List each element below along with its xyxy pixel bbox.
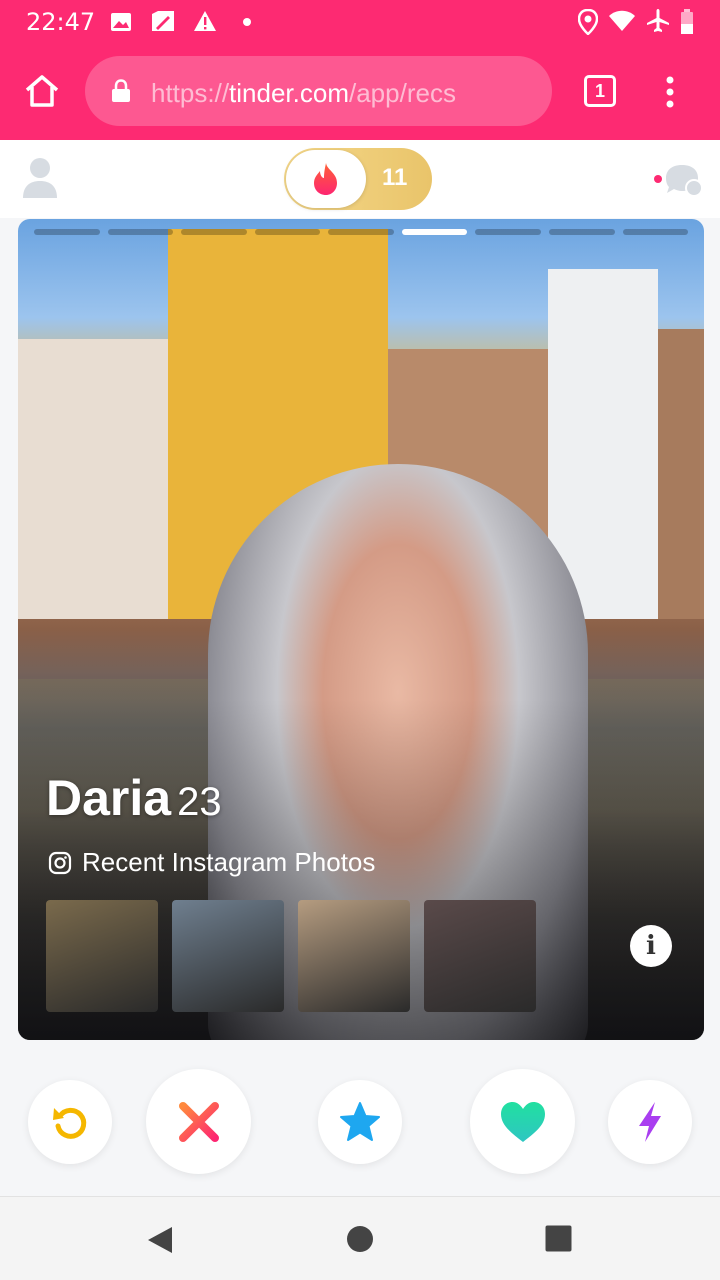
image-icon (111, 13, 131, 31)
super-like-button[interactable] (318, 1080, 402, 1164)
instagram-thumbnails (46, 900, 536, 1012)
rewind-icon (53, 1107, 87, 1139)
photo-progress-segment[interactable] (401, 229, 468, 235)
back-icon[interactable] (146, 1225, 174, 1255)
dot-icon (243, 18, 251, 26)
toggle-knob (286, 150, 366, 208)
info-button[interactable]: i (630, 925, 672, 967)
building-right (658, 329, 704, 619)
recents-icon[interactable] (545, 1225, 572, 1252)
tab-switcher-button[interactable]: 1 (584, 75, 616, 107)
photo-progress-segment[interactable] (548, 229, 615, 235)
profile-card[interactable]: Daria 23 Recent Instagram Photos i (18, 219, 704, 1040)
heart-icon (500, 1101, 545, 1142)
like-button[interactable] (470, 1069, 575, 1174)
photo-progress-segment[interactable] (328, 229, 394, 235)
instagram-thumb-door[interactable] (46, 900, 158, 1012)
flame-icon (314, 163, 337, 195)
home-nav-icon[interactable] (346, 1225, 374, 1253)
battery-icon (681, 9, 693, 34)
bolt-icon (639, 1102, 661, 1142)
rewind-button[interactable] (28, 1080, 112, 1164)
home-icon[interactable] (24, 74, 60, 108)
url-text: https://tinder.com/app/recs (151, 78, 456, 109)
photo-progress (34, 229, 689, 235)
profile-icon[interactable] (22, 156, 58, 200)
url-field[interactable]: https://tinder.com/app/recs (85, 56, 552, 126)
instagram-thumb-city[interactable] (172, 900, 284, 1012)
wifi-icon (609, 10, 635, 31)
likes-count: 11 (382, 164, 408, 191)
photo-progress-segment[interactable] (475, 229, 541, 235)
boost-button[interactable] (608, 1080, 692, 1164)
sim-icon (152, 11, 174, 31)
profile-name: Daria (46, 770, 172, 826)
x-icon (178, 1101, 219, 1142)
photo-progress-segment[interactable] (254, 229, 321, 235)
photo-progress-segment[interactable] (34, 229, 100, 235)
building-white-left (18, 339, 168, 619)
url-host: tinder.com (229, 78, 349, 108)
instagram-label: Recent Instagram Photos (82, 847, 376, 877)
system-nav-bar (0, 1196, 720, 1280)
nope-button[interactable] (146, 1069, 251, 1174)
airplane-icon (647, 9, 669, 32)
instagram-icon (48, 851, 72, 874)
location-icon (578, 9, 598, 35)
status-time: 22:47 (26, 8, 96, 36)
profile-age: 23 (177, 780, 222, 824)
more-menu-icon[interactable] (664, 76, 676, 108)
messages-icon[interactable] (650, 162, 706, 200)
profile-name-line: Daria 23 (46, 769, 222, 827)
url-scheme: https:// (151, 78, 230, 108)
star-icon (340, 1102, 380, 1141)
feed-toggle[interactable]: 11 (284, 148, 432, 210)
instagram-section-header: Recent Instagram Photos (48, 847, 375, 878)
browser-toolbar: https://tinder.com/app/recs 1 (0, 44, 720, 140)
info-icon: i (646, 931, 656, 961)
warning-icon (194, 11, 216, 31)
instagram-thumb-window[interactable] (424, 900, 536, 1012)
instagram-thumb-room[interactable] (298, 900, 410, 1012)
photo-progress-segment[interactable] (107, 229, 174, 235)
lock-icon (112, 79, 130, 102)
photo-progress-segment[interactable] (181, 229, 247, 235)
tab-count: 1 (594, 81, 605, 101)
photo-progress-segment[interactable] (622, 229, 689, 235)
url-path: /app/recs (349, 78, 456, 108)
status-bar: 22:47 (0, 0, 720, 44)
app-header: 11 (0, 140, 720, 218)
